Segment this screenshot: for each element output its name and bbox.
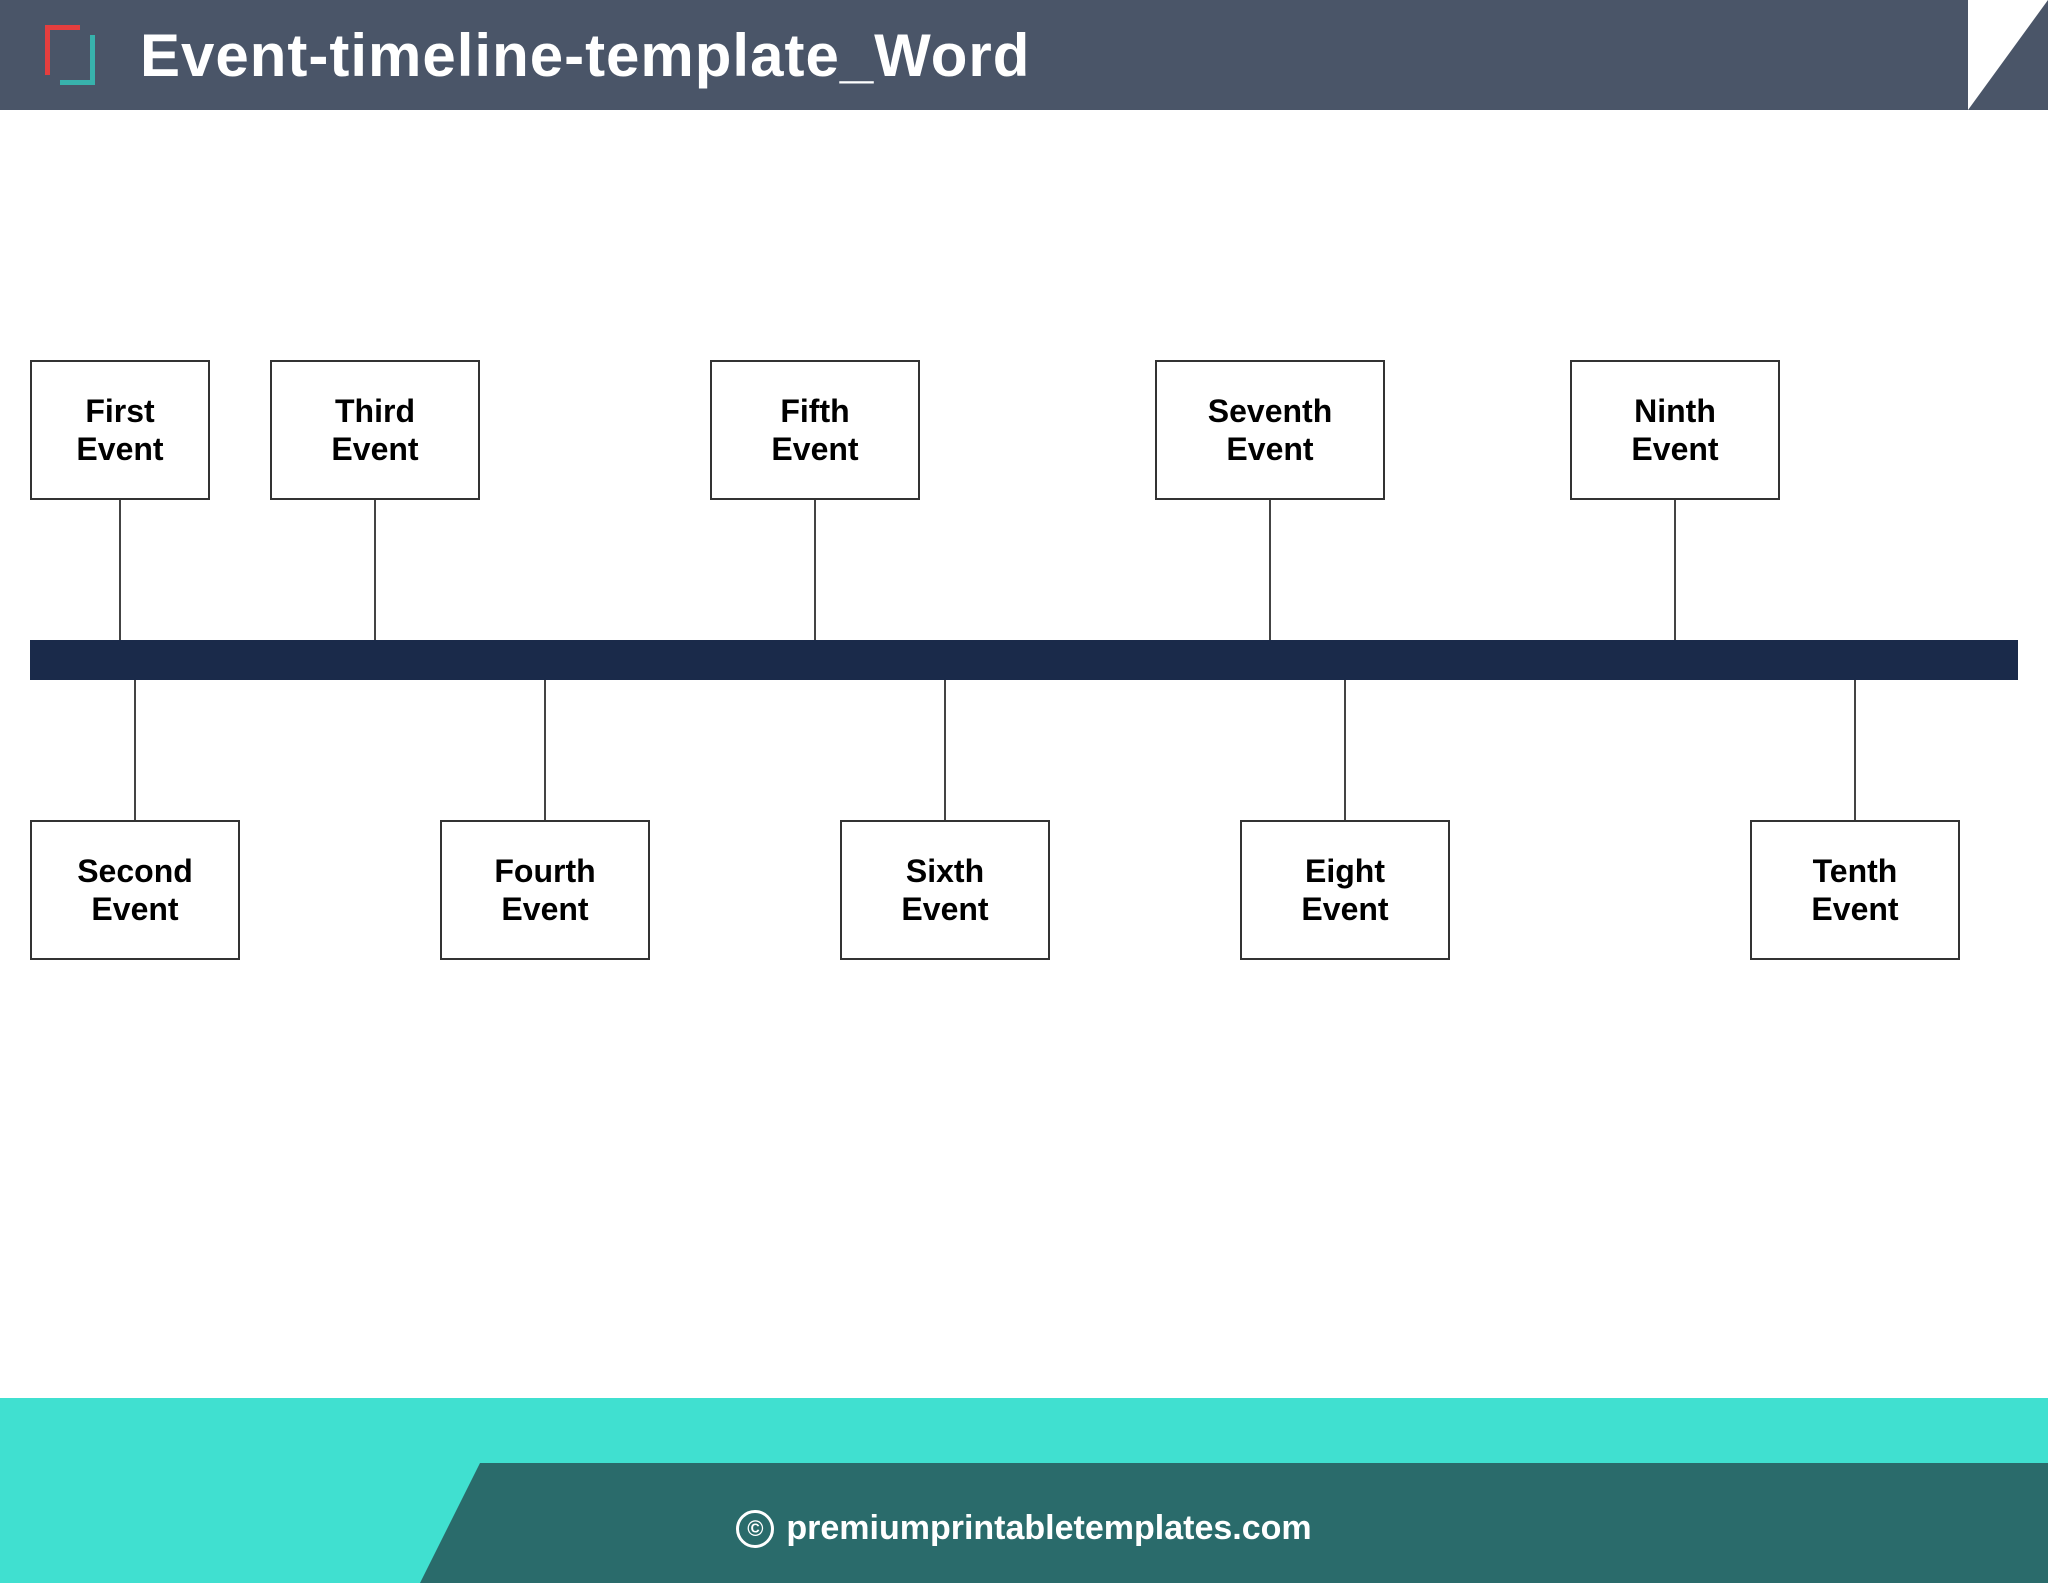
header: Event-timeline-template_Word — [0, 0, 2048, 110]
sixth-event-box: SixthEvent — [840, 820, 1050, 960]
copyright-icon: © — [736, 1510, 774, 1548]
eight-event-connector — [1344, 680, 1346, 820]
fourth-event-connector — [544, 680, 546, 820]
page-title: Event-timeline-template_Word — [140, 21, 1030, 90]
sixth-event-label: SixthEvent — [901, 852, 988, 929]
first-event-label: FirstEvent — [76, 392, 163, 469]
fifth-event-label: FifthEvent — [771, 392, 858, 469]
third-event-connector — [374, 500, 376, 640]
footer: © premiumprintabletemplates.com — [0, 1398, 2048, 1583]
logo-p2-icon — [60, 35, 95, 85]
ninth-event-connector — [1674, 500, 1676, 640]
seventh-event-label: SeventhEvent — [1208, 392, 1332, 469]
fifth-event-connector — [814, 500, 816, 640]
seventh-event-connector — [1269, 500, 1271, 640]
fourth-event-label: FourthEvent — [494, 852, 595, 929]
eight-event-label: EightEvent — [1301, 852, 1388, 929]
second-event-box: SecondEvent — [30, 820, 240, 960]
second-event-connector — [134, 680, 136, 820]
eight-event-box: EightEvent — [1240, 820, 1450, 960]
third-event-box: ThirdEvent — [270, 360, 480, 500]
first-event-box: FirstEvent — [30, 360, 210, 500]
timeline-bar — [30, 640, 2018, 680]
logo — [40, 20, 110, 90]
first-event-connector — [119, 500, 121, 640]
fifth-event-box: FifthEvent — [710, 360, 920, 500]
sixth-event-connector — [944, 680, 946, 820]
tenth-event-connector — [1854, 680, 1856, 820]
main-content: FirstEvent ThirdEvent FifthEvent Seventh… — [0, 110, 2048, 1460]
footer-url: premiumprintabletemplates.com — [786, 1509, 1311, 1548]
tenth-event-box: TenthEvent — [1750, 820, 1960, 960]
ninth-event-box: NinthEvent — [1570, 360, 1780, 500]
second-event-label: SecondEvent — [77, 852, 193, 929]
ninth-event-label: NinthEvent — [1631, 392, 1718, 469]
seventh-event-box: SeventhEvent — [1155, 360, 1385, 500]
timeline: FirstEvent ThirdEvent FifthEvent Seventh… — [0, 260, 2048, 1460]
fourth-event-box: FourthEvent — [440, 820, 650, 960]
third-event-label: ThirdEvent — [331, 392, 418, 469]
footer-text: © premiumprintabletemplates.com — [0, 1509, 2048, 1548]
tenth-event-label: TenthEvent — [1811, 852, 1898, 929]
